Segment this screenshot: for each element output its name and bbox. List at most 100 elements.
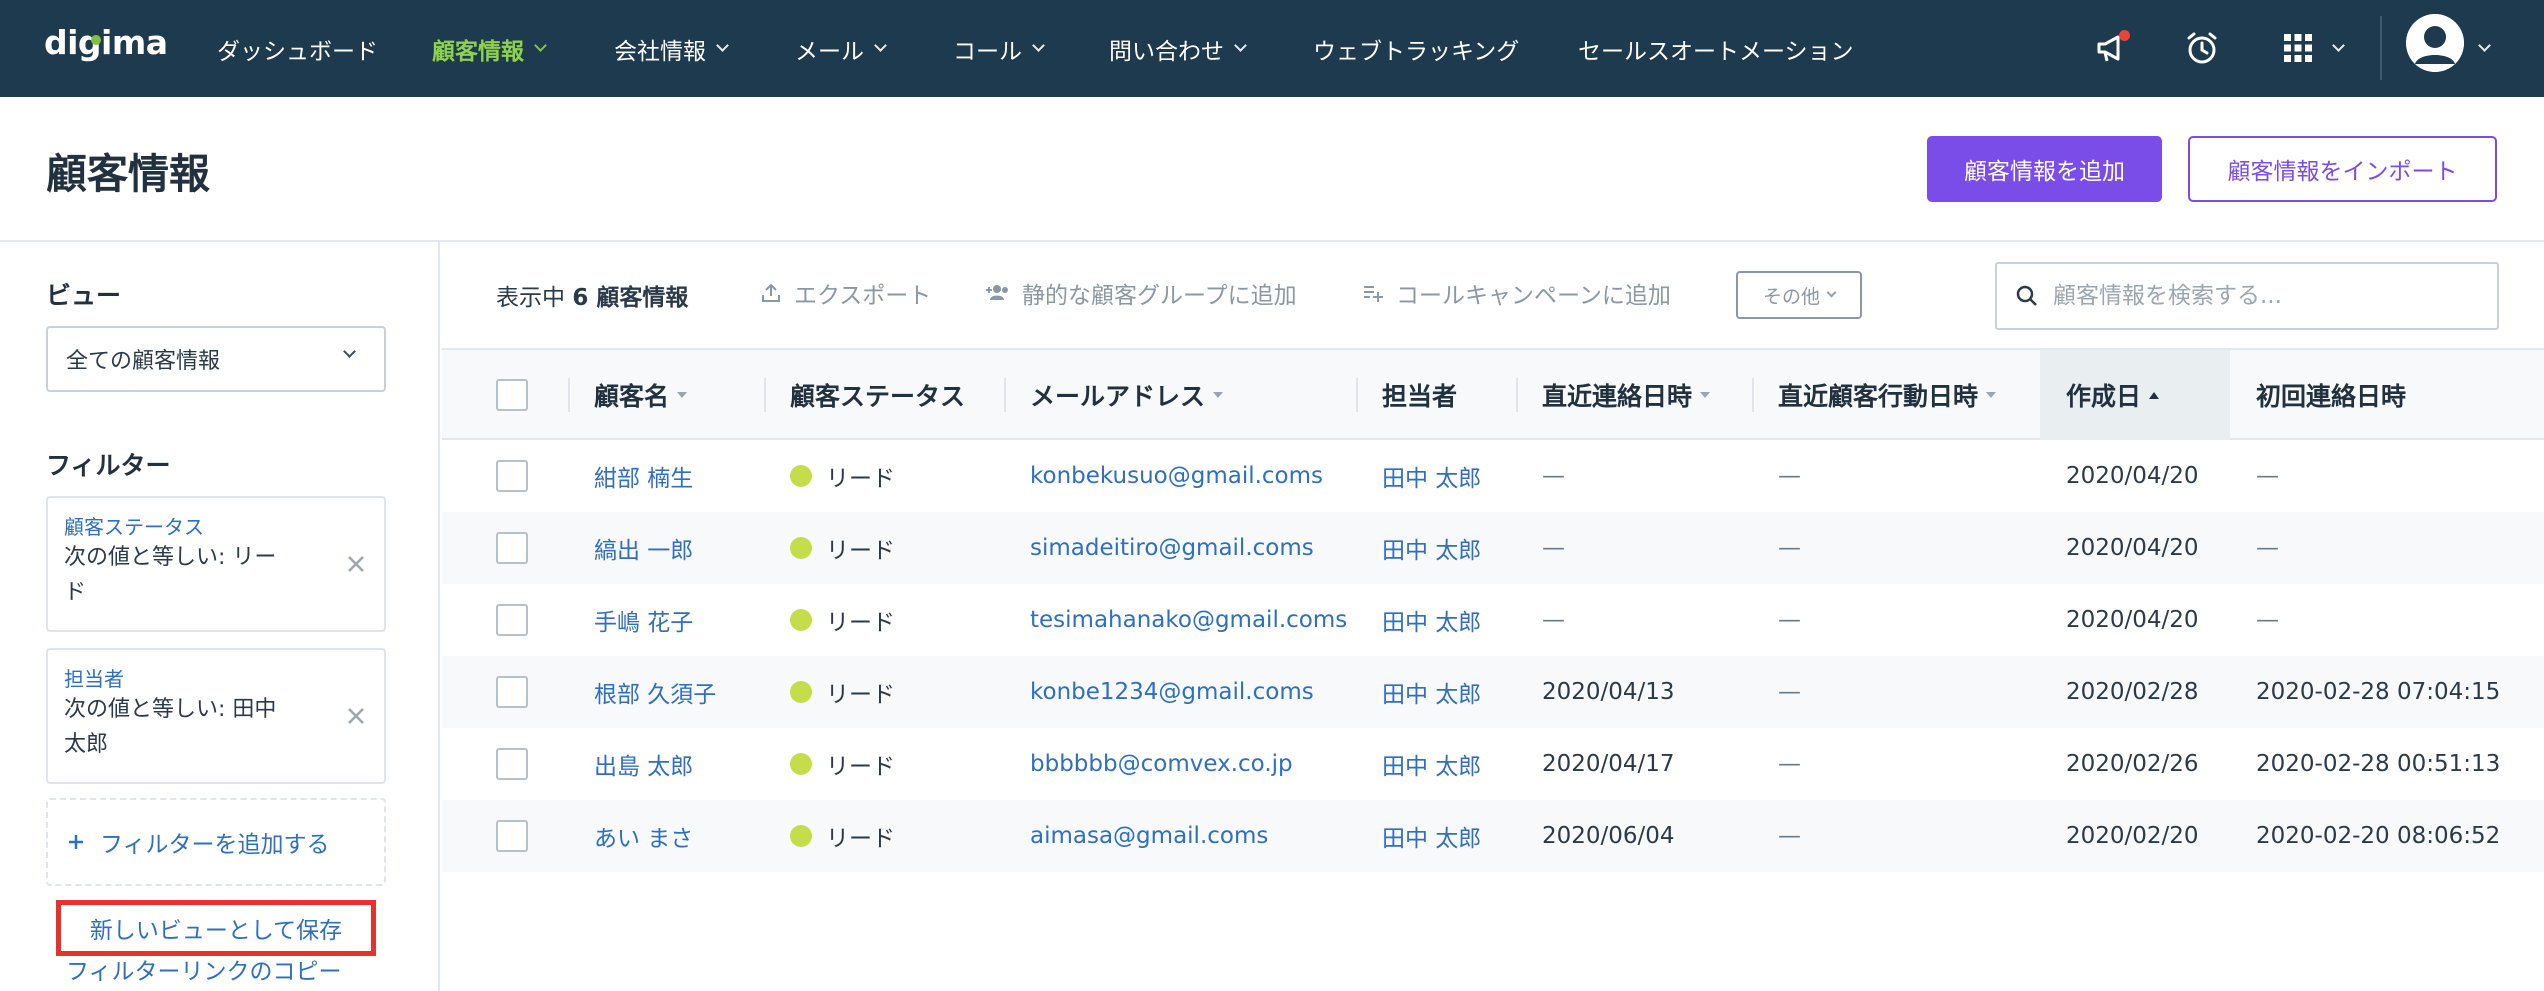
- copy-filter-link[interactable]: フィルターリンクのコピー: [66, 952, 342, 986]
- cell-customer-name[interactable]: 出島 太郎: [594, 728, 693, 800]
- more-actions-dropdown[interactable]: その他: [1736, 271, 1862, 319]
- apps-grid-icon[interactable]: [2274, 24, 2322, 72]
- nav-item-mail[interactable]: メール: [795, 0, 887, 97]
- close-icon[interactable]: [344, 552, 368, 576]
- export-button[interactable]: エクスポート: [760, 276, 931, 310]
- cell-status: リード: [790, 440, 895, 512]
- view-select-value: 全ての顧客情報: [66, 349, 221, 374]
- cell-email[interactable]: bbbbbb@comvex.co.jp: [1030, 728, 1293, 800]
- nav-item-dashboard[interactable]: ダッシュボード: [217, 0, 378, 97]
- cell-customer-name[interactable]: あい まさ: [594, 800, 693, 872]
- digima-logo[interactable]: digima: [44, 22, 168, 62]
- cell-customer-name[interactable]: 縞出 一郎: [594, 512, 693, 584]
- cell-customer-name[interactable]: 手嶋 花子: [594, 584, 693, 656]
- cell-last-action-text: —: [1778, 823, 1801, 849]
- table-row[interactable]: あい まさ リード aimasa@gmail.coms 田中 太郎 2020/06/04…: [442, 800, 2544, 872]
- cell-last-contact-text: —: [1542, 535, 1565, 561]
- nav-item-customers[interactable]: 顧客情報: [432, 0, 547, 97]
- column-header-created[interactable]: 作成日: [2040, 350, 2230, 440]
- cell-email[interactable]: konbekusuo@gmail.coms: [1030, 440, 1323, 512]
- row-checkbox[interactable]: [496, 604, 528, 636]
- row-checkbox[interactable]: [496, 532, 528, 564]
- column-header-email[interactable]: メールアドレス: [1030, 350, 1224, 440]
- add-to-static-group-label: 静的な顧客グループに追加: [1022, 283, 1297, 309]
- cell-created: 2020/02/26: [2066, 728, 2199, 800]
- cell-email-text: aimasa@gmail.coms: [1030, 823, 1269, 849]
- filter-card-status[interactable]: 顧客ステータス 次の値と等しい: リー ド: [46, 496, 386, 632]
- nav-item-web-tracking[interactable]: ウェブトラッキング: [1313, 0, 1519, 97]
- cell-last-contact: 2020/04/13: [1542, 656, 1675, 728]
- row-checkbox[interactable]: [496, 748, 528, 780]
- top-navigation-bar: digima ダッシュボード 顧客情報 会社情報 メール コール 問い合わせ ウ…: [0, 0, 2544, 97]
- table-row[interactable]: 根部 久須子 リード konbe1234@gmail.coms 田中 太郎 2020/0…: [442, 656, 2544, 728]
- cell-last-action-text: —: [1778, 463, 1801, 489]
- cell-owner[interactable]: 田中 太郎: [1382, 440, 1481, 512]
- nav-item-companies[interactable]: 会社情報: [614, 0, 729, 97]
- cell-owner[interactable]: 田中 太郎: [1382, 800, 1481, 872]
- megaphone-icon[interactable]: [2088, 24, 2136, 72]
- more-label: その他: [1762, 285, 1820, 308]
- cell-created: 2020/04/20: [2066, 584, 2199, 656]
- table-row[interactable]: 縞出 一郎 リード simadeitiro@gmail.coms 田中 太郎 — — 202…: [442, 512, 2544, 584]
- cell-last-action: —: [1778, 584, 1801, 656]
- table-row[interactable]: 手嶋 花子 リード tesimahanako@gmail.coms 田中 太郎 — — 20…: [442, 584, 2544, 656]
- add-to-call-campaign-button[interactable]: コールキャンペーンに追加: [1362, 276, 1671, 310]
- column-header-owner[interactable]: 担当者: [1382, 350, 1457, 440]
- cell-owner[interactable]: 田中 太郎: [1382, 584, 1481, 656]
- cell-owner[interactable]: 田中 太郎: [1382, 728, 1481, 800]
- cell-status-text: リード: [826, 754, 895, 780]
- cell-customer-name[interactable]: 紺部 楠生: [594, 440, 693, 512]
- add-to-static-group-button[interactable]: 静的な顧客グループに追加: [984, 276, 1297, 310]
- row-checkbox[interactable]: [496, 676, 528, 708]
- cell-created-text: 2020/04/20: [2066, 535, 2199, 561]
- cell-owner[interactable]: 田中 太郎: [1382, 512, 1481, 584]
- nav-item-label: ウェブトラッキング: [1313, 38, 1520, 65]
- table-row[interactable]: 紺部 楠生 リード konbekusuo@gmail.coms 田中 太郎 — — 2020…: [442, 440, 2544, 512]
- cell-owner[interactable]: 田中 太郎: [1382, 656, 1481, 728]
- filter-card-owner[interactable]: 担当者 次の値と等しい: 田中 太郎: [46, 648, 386, 784]
- save-as-new-view-link[interactable]: 新しいビューとして保存: [56, 900, 376, 956]
- add-filter-label: フィルターを追加する: [100, 832, 330, 858]
- nav-item-call[interactable]: コール: [953, 0, 1045, 97]
- alarm-clock-icon[interactable]: [2178, 24, 2226, 72]
- status-indicator-icon: [790, 825, 812, 847]
- column-separator: [1356, 378, 1358, 412]
- add-filter-button[interactable]: フィルターを追加する: [46, 798, 386, 886]
- count-value: 6 顧客情報: [572, 285, 689, 311]
- cell-email[interactable]: simadeitiro@gmail.coms: [1030, 512, 1314, 584]
- cell-customer-name-text: 紺部 楠生: [594, 466, 694, 492]
- row-checkbox[interactable]: [496, 820, 528, 852]
- nav-item-sales-automation[interactable]: セールスオートメーション: [1578, 0, 1854, 97]
- chevron-down-icon: [343, 345, 356, 358]
- row-checkbox[interactable]: [496, 460, 528, 492]
- view-select[interactable]: 全ての顧客情報: [46, 326, 386, 392]
- cell-first-contact: —: [2256, 440, 2279, 512]
- add-customer-button[interactable]: 顧客情報を追加: [1927, 136, 2162, 202]
- select-all-checkbox[interactable]: [496, 379, 528, 411]
- cell-customer-name[interactable]: 根部 久須子: [594, 656, 716, 728]
- close-icon[interactable]: [344, 704, 368, 728]
- apps-menu-toggle[interactable]: [2332, 0, 2345, 97]
- cell-created-text: 2020/02/28: [2066, 679, 2199, 705]
- column-header-name[interactable]: 顧客名: [594, 350, 688, 440]
- cell-email[interactable]: konbe1234@gmail.coms: [1030, 656, 1314, 728]
- nav-item-inquiries[interactable]: 問い合わせ: [1109, 0, 1247, 97]
- column-header-status[interactable]: 顧客ステータス: [790, 350, 965, 440]
- user-menu-toggle[interactable]: [2478, 0, 2491, 97]
- import-customers-button[interactable]: 顧客情報をインポート: [2188, 136, 2497, 202]
- column-header-first-contact[interactable]: 初回連絡日時: [2256, 350, 2406, 440]
- cell-status-text: リード: [826, 826, 895, 852]
- user-avatar-icon[interactable]: [2406, 14, 2464, 72]
- column-header-last-contact[interactable]: 直近連絡日時: [1542, 350, 1711, 440]
- customer-search[interactable]: [1995, 262, 2499, 330]
- cell-email[interactable]: aimasa@gmail.coms: [1030, 800, 1268, 872]
- cell-last-action-text: —: [1778, 535, 1801, 561]
- search-input[interactable]: [2053, 283, 2483, 309]
- cell-created-text: 2020/04/20: [2066, 463, 2199, 489]
- nav-item-label: 問い合わせ: [1109, 38, 1224, 65]
- table-row[interactable]: 出島 太郎 リード bbbbbb@comvex.co.jp 田中 太郎 2020/04/…: [442, 728, 2544, 800]
- column-header-last-action[interactable]: 直近顧客行動日時: [1778, 350, 1997, 440]
- cell-email[interactable]: tesimahanako@gmail.coms: [1030, 584, 1347, 656]
- cell-last-contact: 2020/06/04: [1542, 800, 1675, 872]
- status-indicator-icon: [790, 537, 812, 559]
